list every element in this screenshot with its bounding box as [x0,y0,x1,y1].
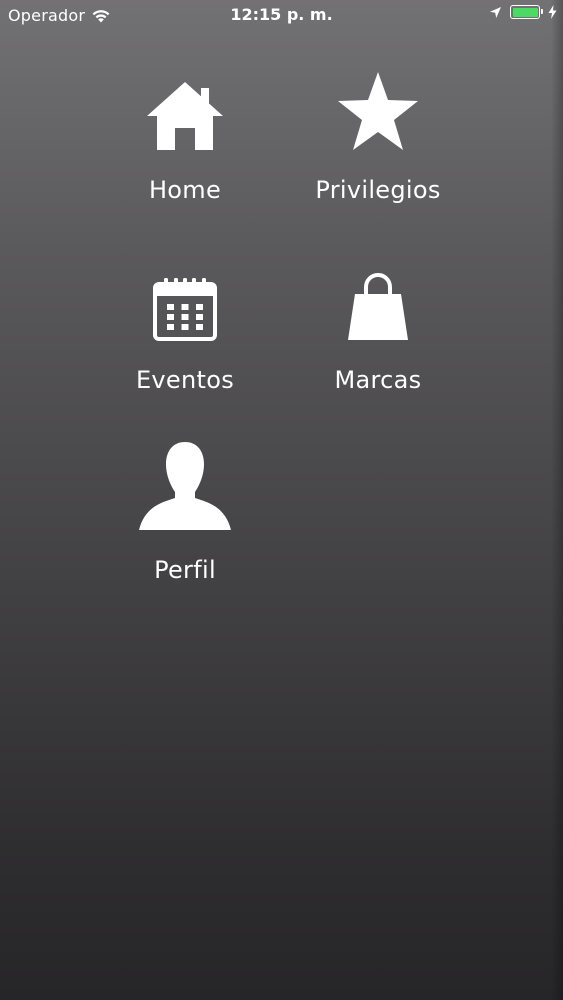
status-bar: Operador 12:15 p. m. [0,0,563,30]
menu-item-perfil-label: Perfil [154,556,216,584]
menu-item-home-label: Home [148,176,222,204]
home-icon [90,52,280,152]
battery-level [512,7,538,17]
menu-item-privilegios[interactable]: Privilegios [283,52,473,222]
menu-item-eventos-label: Eventos [135,366,235,394]
menu-item-perfil[interactable]: Perfil [90,432,280,602]
location-arrow-icon [490,6,501,18]
menu-item-marcas-label: Marcas [334,366,422,394]
status-right [489,5,557,19]
status-clock: 12:15 p. m. [230,5,333,24]
menu-item-home[interactable]: Home [90,52,280,222]
star-icon [283,52,473,152]
menu-item-eventos[interactable]: Eventos [90,242,280,412]
drawer-edge-shadow [551,0,563,1000]
battery-icon [510,5,543,19]
shopping-bag-icon [283,242,473,342]
menu-item-marcas[interactable]: Marcas [283,242,473,412]
calendar-icon [90,242,280,342]
user-icon [90,432,280,532]
charging-bolt-icon [548,5,557,19]
menu-item-privilegios-label: Privilegios [315,176,441,204]
